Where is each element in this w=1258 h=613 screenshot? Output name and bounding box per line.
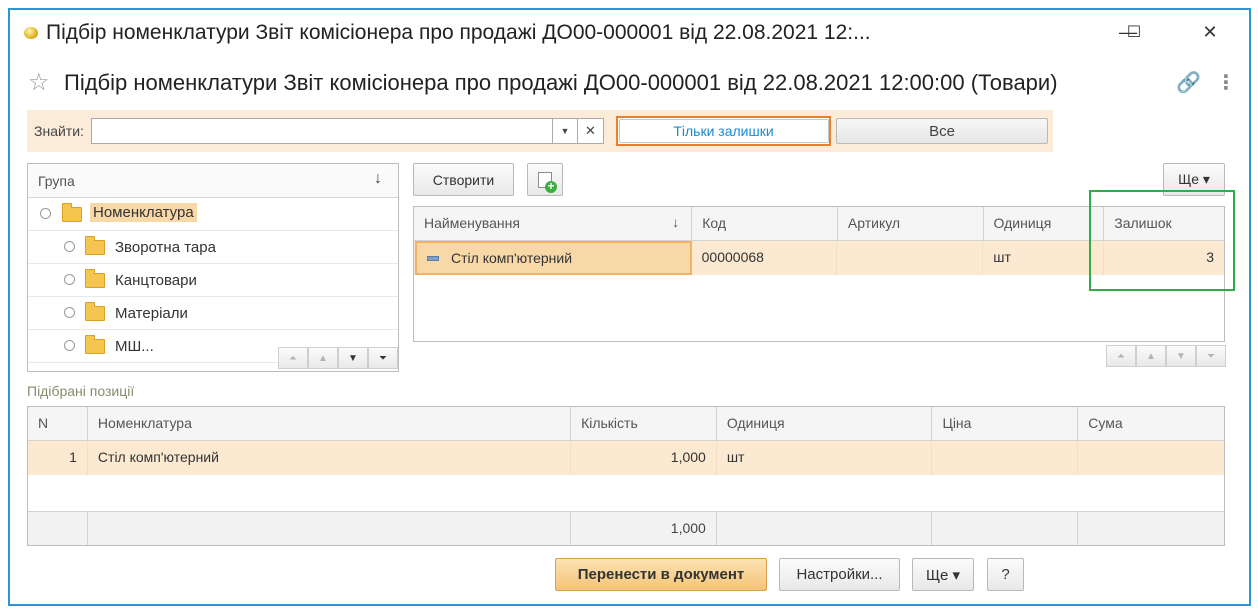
- col-sum[interactable]: Сума: [1078, 407, 1224, 440]
- folder-icon: [85, 236, 105, 255]
- total-qty: 1,000: [571, 512, 717, 545]
- search-input[interactable]: [91, 118, 553, 144]
- favorite-star-icon[interactable]: ☆: [28, 68, 50, 97]
- row-qty[interactable]: 1,000: [571, 441, 717, 475]
- create-button[interactable]: Створити: [413, 163, 514, 196]
- sort-down-icon[interactable]: ↓: [374, 170, 382, 188]
- more-actions-icon[interactable]: ⋮: [1216, 70, 1236, 95]
- footer-sum: [1078, 512, 1224, 545]
- search-clear-icon[interactable]: ✕: [578, 118, 604, 144]
- selected-table-footer: 1,000: [28, 511, 1224, 545]
- footer-price: [932, 512, 1079, 545]
- group-header[interactable]: Група ↓: [28, 164, 398, 198]
- link-icon[interactable]: 🔗: [1176, 70, 1201, 95]
- product-code: 00000068: [692, 241, 838, 275]
- search-dropdown-icon[interactable]: ▼: [553, 118, 578, 144]
- group-nav-buttons: ⏶ ▲ ▼ ⏷: [278, 347, 398, 369]
- create-copy-button[interactable]: [527, 163, 563, 196]
- selected-table: N Номенклатура Кількість Одиниця Ціна Су…: [27, 406, 1225, 546]
- footer-n: [28, 512, 88, 545]
- sort-down-icon[interactable]: ↓: [672, 214, 679, 230]
- page-title: Підбір номенклатури Звіт комісіонера про…: [64, 70, 1058, 95]
- expand-icon[interactable]: [64, 307, 75, 318]
- footer-more-button[interactable]: Ще ▾: [912, 558, 974, 591]
- product-unit: шт: [983, 241, 1105, 275]
- col-qty[interactable]: Кількість: [571, 407, 717, 440]
- tree-item-label: Канцтовари: [115, 272, 197, 289]
- tree-item-label: Зворотна тара: [115, 239, 216, 256]
- close-icon[interactable]: ✕: [1190, 18, 1230, 46]
- col-item[interactable]: Номенклатура: [88, 407, 572, 440]
- page-up-icon[interactable]: ▲: [308, 347, 338, 369]
- title-bar: Підбір номенклатури Звіт комісіонера про…: [10, 10, 1249, 54]
- window-title: Підбір номенклатури Звіт комісіонера про…: [46, 21, 871, 44]
- group-header-label: Група: [38, 173, 75, 189]
- footer-unit: [717, 512, 933, 545]
- tree-row-nomenclature[interactable]: Номенклатура: [28, 198, 398, 231]
- add-document-icon: [538, 171, 557, 193]
- row-unit: шт: [717, 441, 933, 475]
- footer-item: [88, 512, 572, 545]
- page-down-icon[interactable]: ▼: [1166, 345, 1196, 367]
- row-number: 1: [28, 441, 88, 475]
- folder-icon: [62, 203, 82, 222]
- last-page-icon[interactable]: ⏷: [1196, 345, 1226, 367]
- tree-item-label: Матеріали: [115, 305, 188, 322]
- transfer-to-document-button[interactable]: Перенести в документ: [555, 558, 767, 591]
- tree-item-label: МШ...: [115, 338, 154, 355]
- tree-item-label: Номенклатура: [90, 203, 197, 222]
- table-row[interactable]: 1 Стіл комп'ютерний 1,000 шт: [28, 441, 1224, 475]
- col-price[interactable]: Ціна: [932, 407, 1079, 440]
- app-status-icon: [24, 27, 38, 39]
- col-n[interactable]: N: [28, 407, 88, 440]
- row-price: [932, 441, 1079, 475]
- product-name-cell[interactable]: Стіл комп'ютерний: [415, 241, 692, 275]
- help-button[interactable]: ?: [987, 558, 1024, 591]
- search-bar: Знайти: ▼ ✕ Тільки залишки Все: [27, 110, 1053, 152]
- form-header: ☆ Підбір номенклатури Звіт комісіонера п…: [10, 64, 1249, 104]
- col-code[interactable]: Код: [692, 207, 838, 240]
- tree-row-stationery[interactable]: Канцтовари: [28, 264, 398, 297]
- product-article: [837, 241, 984, 275]
- folder-icon: [85, 302, 105, 321]
- col-unit[interactable]: Одиниця: [984, 207, 1105, 240]
- all-toggle[interactable]: Все: [836, 118, 1048, 144]
- expand-icon[interactable]: [64, 340, 75, 351]
- col-article[interactable]: Артикул: [838, 207, 984, 240]
- first-page-icon[interactable]: ⏶: [278, 347, 308, 369]
- only-stock-toggle[interactable]: Тільки залишки: [616, 116, 831, 146]
- tree-row-return-tare[interactable]: Зворотна тара: [28, 231, 398, 264]
- product-name: Стіл комп'ютерний: [451, 250, 573, 266]
- page-up-icon[interactable]: ▲: [1136, 345, 1166, 367]
- item-icon: [427, 255, 439, 261]
- folder-icon: [85, 269, 105, 288]
- tree-row-materials[interactable]: Матеріали: [28, 297, 398, 330]
- row-item: Стіл комп'ютерний: [88, 441, 572, 475]
- search-label: Знайти:: [34, 123, 84, 139]
- collapse-icon[interactable]: [40, 208, 51, 219]
- selected-positions-label: Підібрані позиції: [27, 383, 135, 399]
- first-page-icon[interactable]: ⏶: [1106, 345, 1136, 367]
- page-down-icon[interactable]: ▼: [338, 347, 368, 369]
- maximize-icon[interactable]: ☐: [1114, 18, 1154, 46]
- col-name-label: Найменування: [424, 215, 520, 231]
- only-stock-label: Тільки залишки: [618, 119, 829, 143]
- col-name[interactable]: Найменування ↓: [414, 207, 693, 240]
- expand-icon[interactable]: [64, 274, 75, 285]
- group-tree: Група ↓ Номенклатура Зворотна тара Канцт…: [27, 163, 399, 372]
- selection-window: Підбір номенклатури Звіт комісіонера про…: [8, 8, 1251, 606]
- stock-highlight-frame: [1089, 190, 1235, 291]
- settings-button[interactable]: Настройки...: [779, 558, 900, 591]
- folder-icon: [85, 335, 105, 354]
- expand-icon[interactable]: [64, 241, 75, 252]
- products-nav-buttons: ⏶ ▲ ▼ ⏷: [1106, 345, 1226, 367]
- selected-table-header: N Номенклатура Кількість Одиниця Ціна Су…: [28, 407, 1224, 441]
- last-page-icon[interactable]: ⏷: [368, 347, 398, 369]
- row-sum: [1078, 441, 1224, 475]
- col-unit[interactable]: Одиниця: [717, 407, 933, 440]
